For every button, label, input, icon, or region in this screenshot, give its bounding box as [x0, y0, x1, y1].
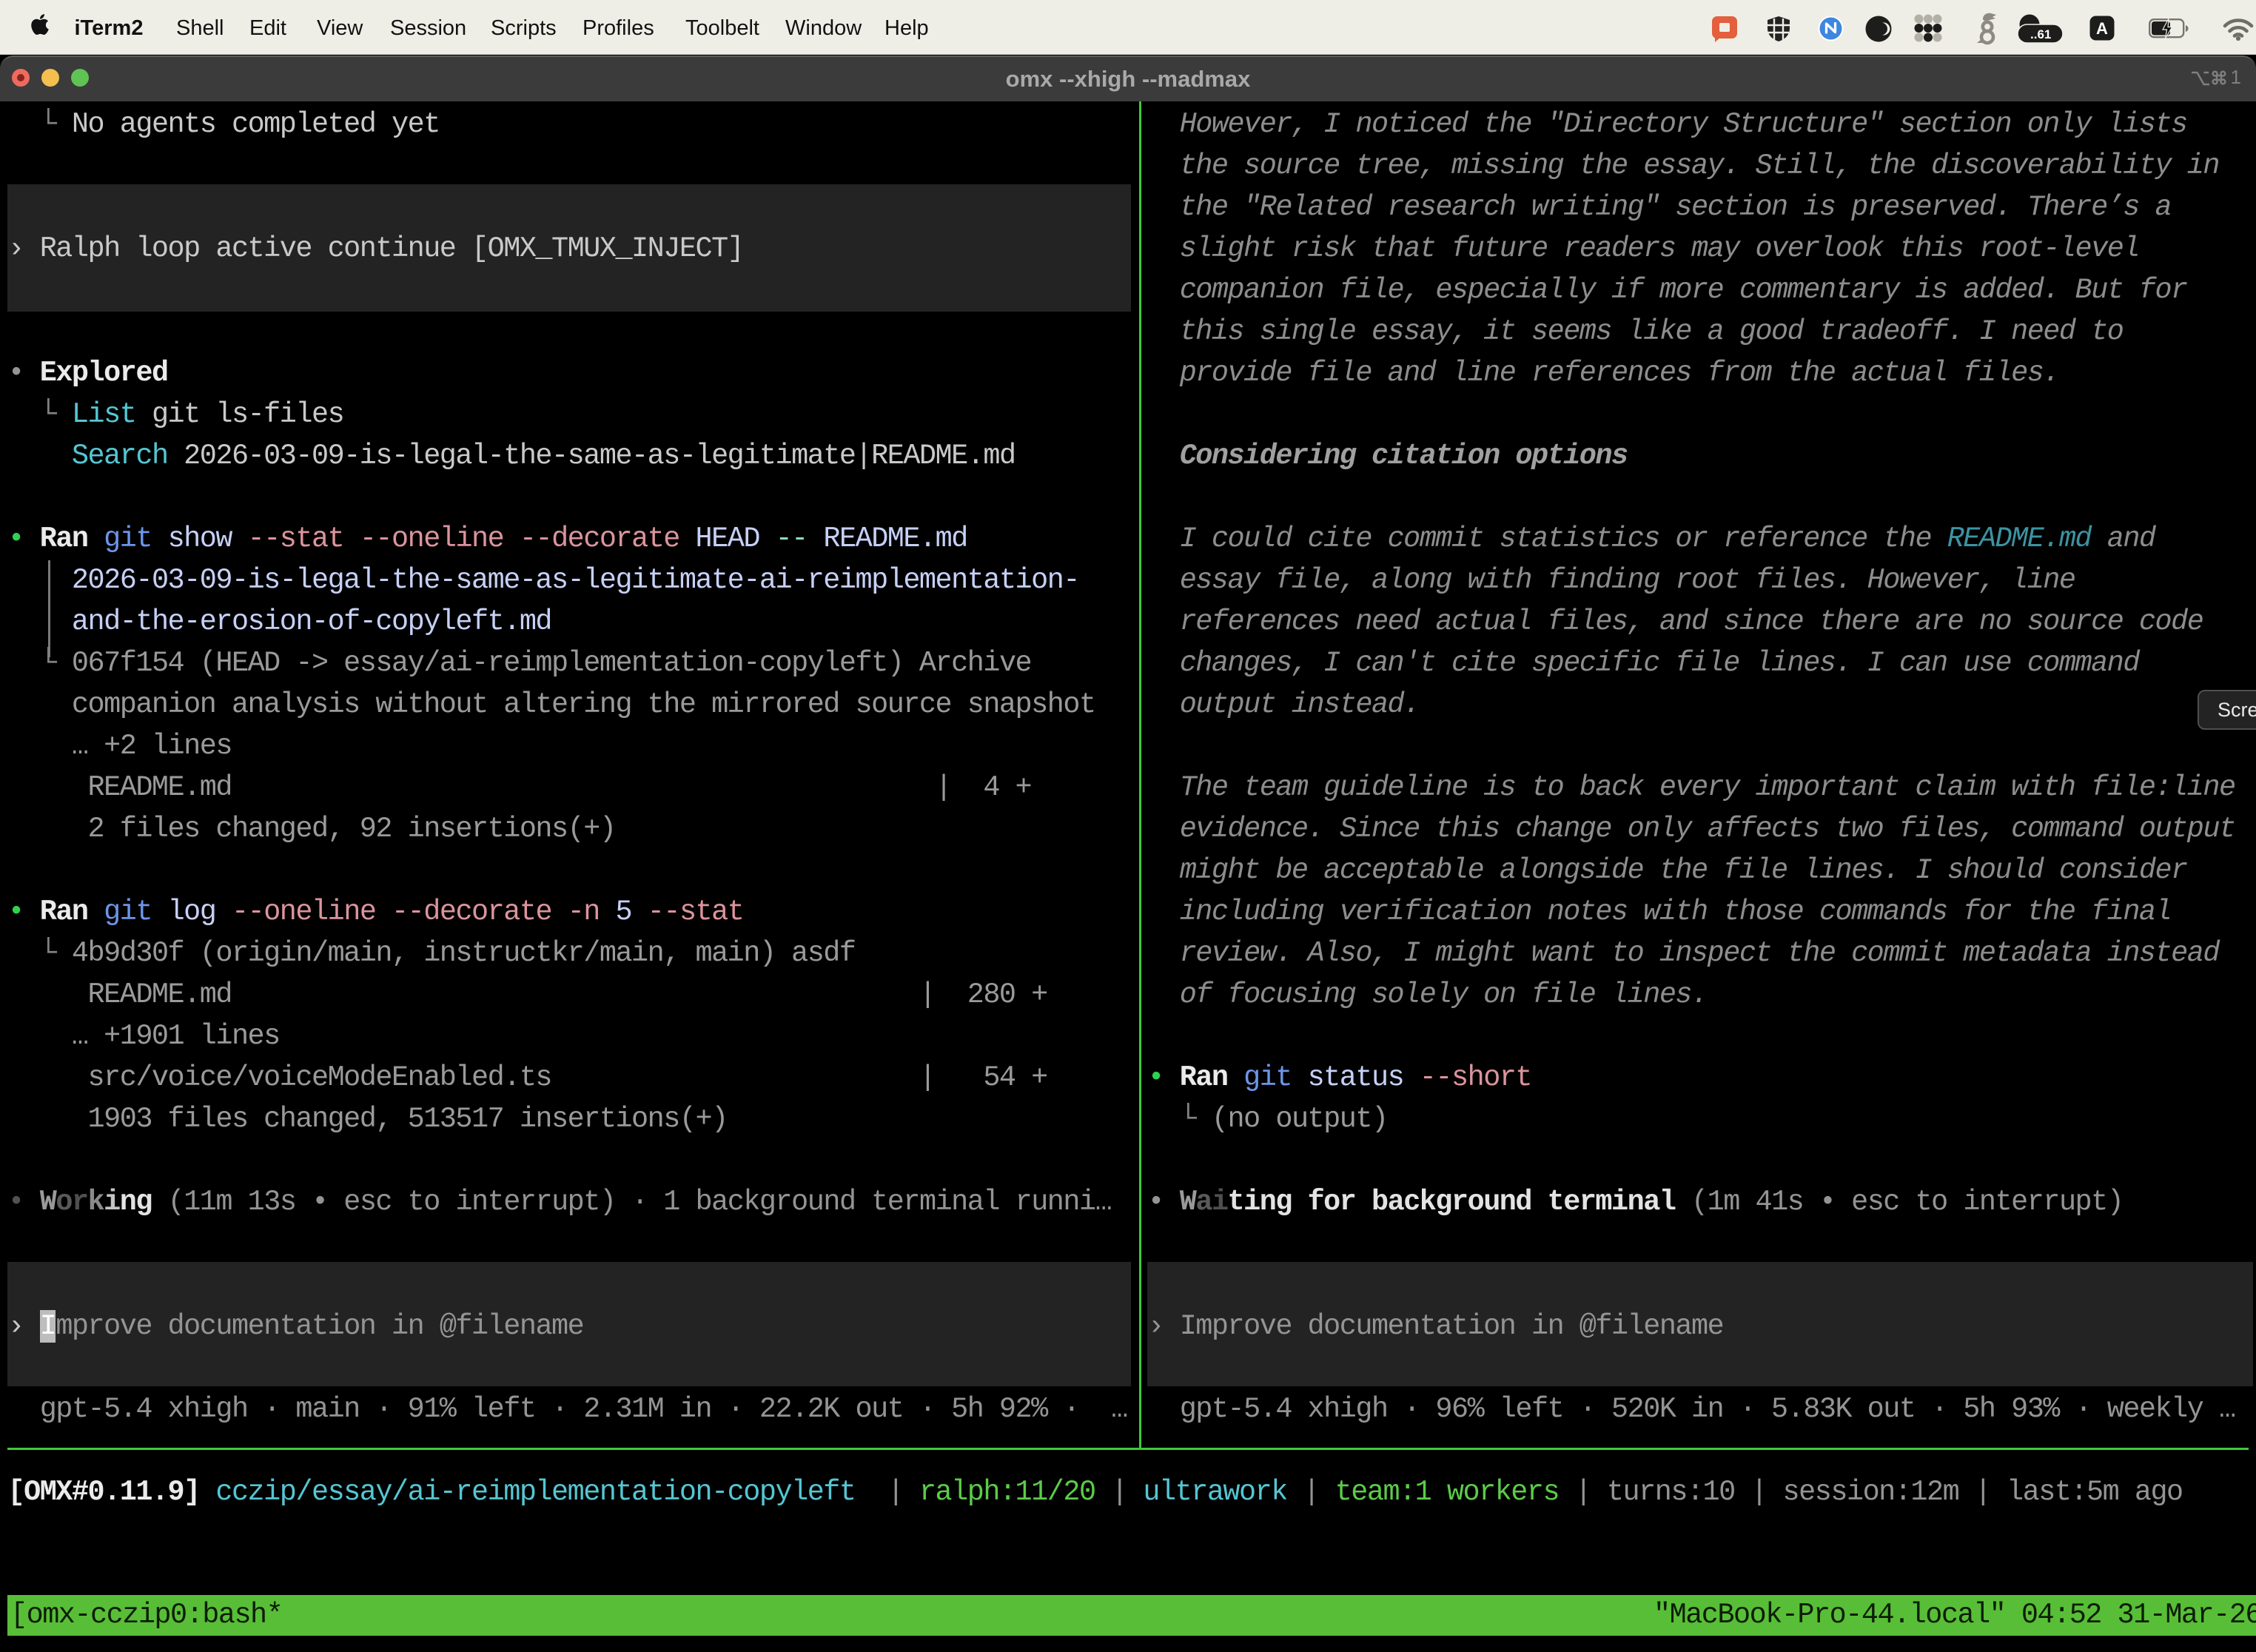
svg-text:..61: ..61 [2030, 27, 2051, 41]
svg-text:A: A [2096, 19, 2108, 38]
